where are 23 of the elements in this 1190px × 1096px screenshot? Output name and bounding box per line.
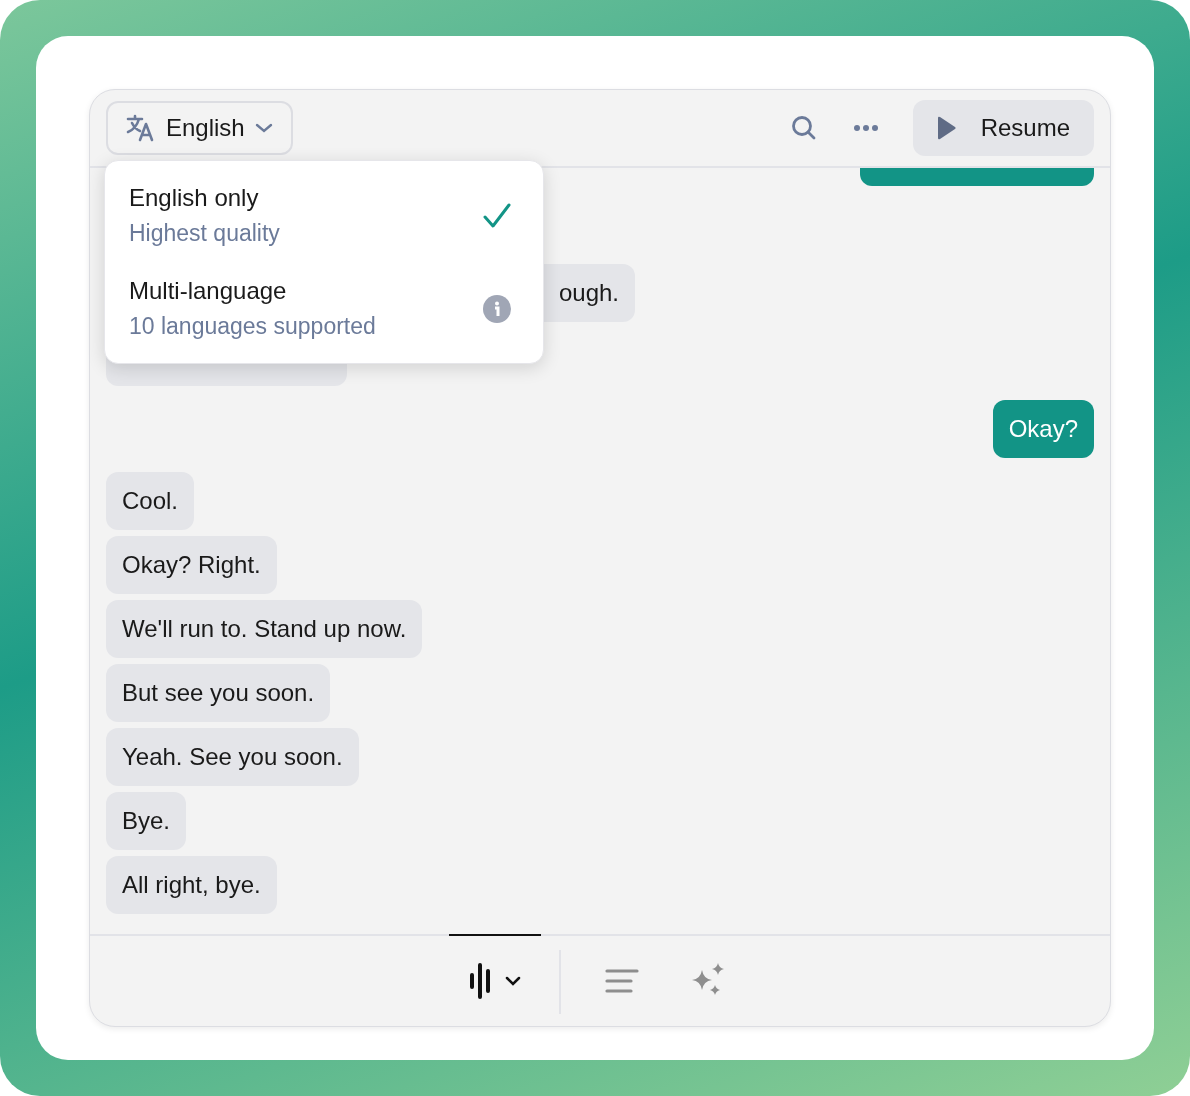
message-bubble: Bye. xyxy=(106,792,187,850)
message-bubble: But see you soon. xyxy=(106,664,331,722)
waveform-icon xyxy=(469,963,491,999)
language-option[interactable]: English only Highest quality xyxy=(105,169,543,262)
info-icon xyxy=(483,294,511,323)
chevron-icon xyxy=(505,976,521,986)
checkmark-icon xyxy=(483,202,511,229)
message-bubble: We'll run to. Stand up now. xyxy=(106,600,423,658)
chevron-icon xyxy=(254,123,273,133)
message-bubble: Yeah. See you soon. xyxy=(106,728,359,786)
more-icon xyxy=(852,124,879,132)
resume-button[interactable]: Resume xyxy=(912,100,1094,156)
option-title: English only xyxy=(129,184,260,212)
search-icon xyxy=(790,115,817,141)
message-bubble: Cool. xyxy=(106,472,195,530)
option-subtitle: Highest quality xyxy=(129,220,281,247)
message-bubble: All right, bye. xyxy=(106,856,277,914)
option-title: Multi-language xyxy=(129,277,288,305)
translate-icon xyxy=(126,114,156,142)
message-bubble: Okay? Right. xyxy=(106,536,277,594)
language-button[interactable]: English xyxy=(106,101,293,155)
lines-icon xyxy=(605,969,639,993)
message-bubble: Okay? xyxy=(992,400,1094,458)
